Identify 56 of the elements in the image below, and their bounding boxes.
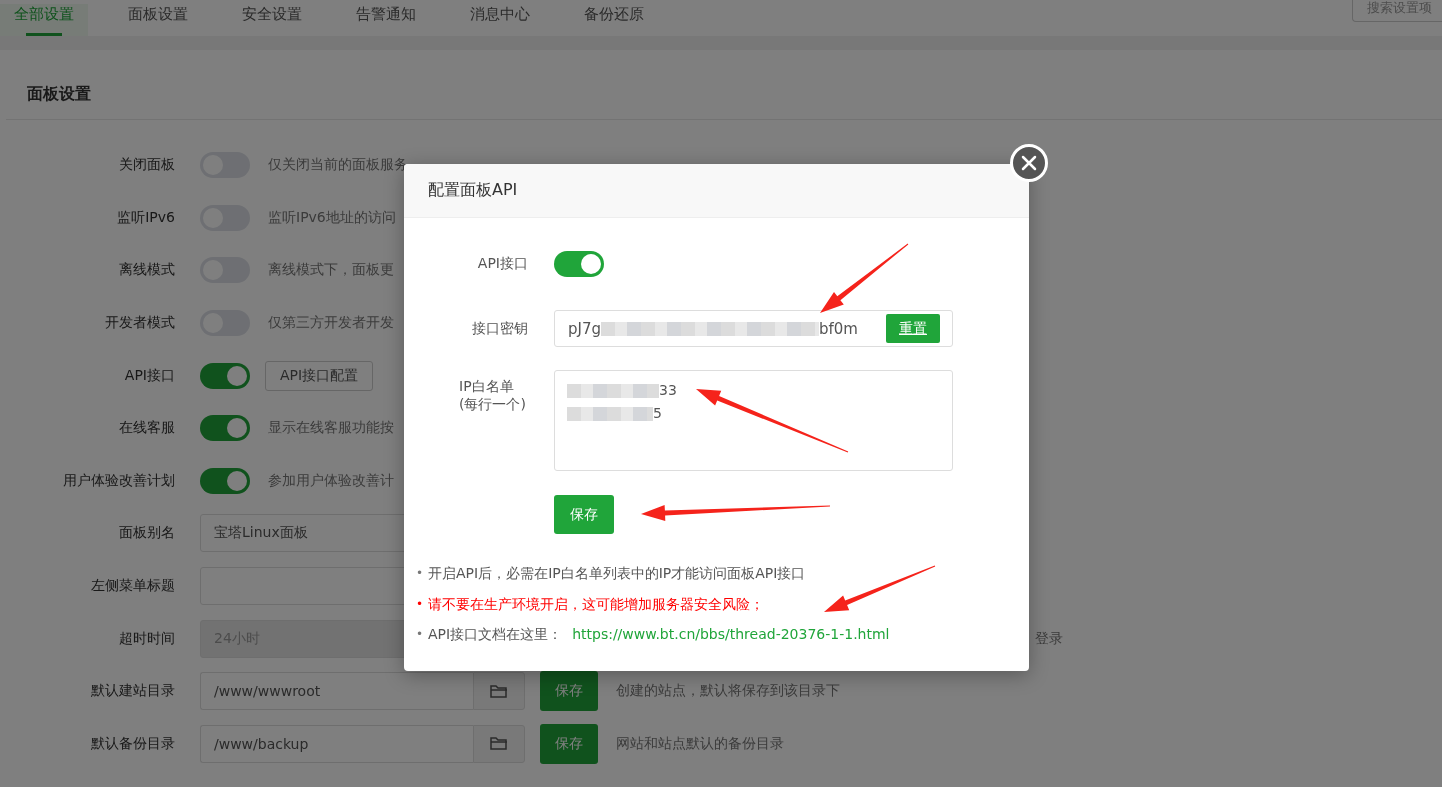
key-field[interactable]: pJ7g bf0m 重置 [554,310,953,347]
setting-label: API接口 [123,366,175,385]
config-button[interactable]: API接口配置 [265,360,374,391]
setting-label: 监听IPv6 [116,208,175,227]
bullet: • [416,565,425,582]
toggle-switch[interactable] [200,467,250,494]
setting-label: 超时时间 [118,629,175,648]
section-title: 面板设置 [6,50,1442,120]
tab[interactable]: 告警通知 [342,4,430,36]
toggle-switch[interactable] [200,415,250,442]
save-button[interactable]: 保存 [540,723,598,764]
toggle-switch[interactable] [554,251,604,277]
setting-label: 在线客服 [118,419,175,438]
setting-label: 离线模式 [118,261,175,280]
dialog-title: 配置面板API [428,180,518,201]
tab[interactable]: 全部设置 [0,4,88,36]
field-label: API接口 [477,255,528,271]
setting-label: 默认建站目录 [90,682,175,701]
save-button[interactable]: 保存 [540,671,598,712]
path-field[interactable]: /www/backup [200,724,473,763]
folder-icon [490,736,508,752]
setting-description: 创建的站点，默认将保存到该目录下 [616,682,840,701]
setting-label: 关闭面板 [118,156,175,175]
folder-icon [490,683,508,699]
path-field[interactable]: /www/wwwroot [200,672,473,711]
field-label: 接口密钥 [472,319,528,336]
field-label: IP白名单 [459,378,514,396]
note-text: 请不要在生产环境开启，这可能增加服务器安全风险； [428,594,764,614]
note-text: 开启API后，必需在IP白名单列表中的IP才能访问面板API接口 [428,564,806,583]
setting-label: 左侧菜单标题 [90,577,175,596]
bullet: • [416,626,425,643]
whitelist-field[interactable]: 33 5 [554,370,953,471]
doc-link[interactable]: https://www.bt.cn/bbs/thread-20376-1-1.html [572,619,890,650]
save-button[interactable]: 保存 [554,495,614,534]
field-hint: (每行一个) [459,396,526,414]
setting-label: 默认备份目录 [90,734,175,753]
tab[interactable]: 备份还原 [570,4,658,36]
setting-description: 监听IPv6地址的访问 [268,208,396,227]
folder-button[interactable] [473,672,525,711]
folder-button[interactable] [473,724,525,763]
setting-description: 显示在线客服功能按 [268,419,394,438]
setting-description: 网站和站点默认的备份目录 [616,734,784,753]
setting-label: 面板别名 [118,524,175,543]
tab[interactable]: 安全设置 [228,4,316,36]
toggle-switch[interactable] [200,362,250,389]
tab[interactable]: 消息中心 [456,4,544,36]
setting-description: 仅关闭当前的面板服务 [268,156,408,175]
setting-label: 用户体验改善计划 [62,471,175,490]
setting-label: 开发者模式 [104,314,175,333]
tab[interactable]: 面板设置 [114,4,202,36]
setting-description: 登录 [1035,629,1063,648]
close-icon [1021,155,1037,171]
reset-button[interactable]: 重置 [886,314,940,343]
bullet: • [416,595,425,613]
setting-description: 离线模式下，面板更 [268,261,394,280]
setting-description: 参加用户体验改善计 [268,471,394,490]
